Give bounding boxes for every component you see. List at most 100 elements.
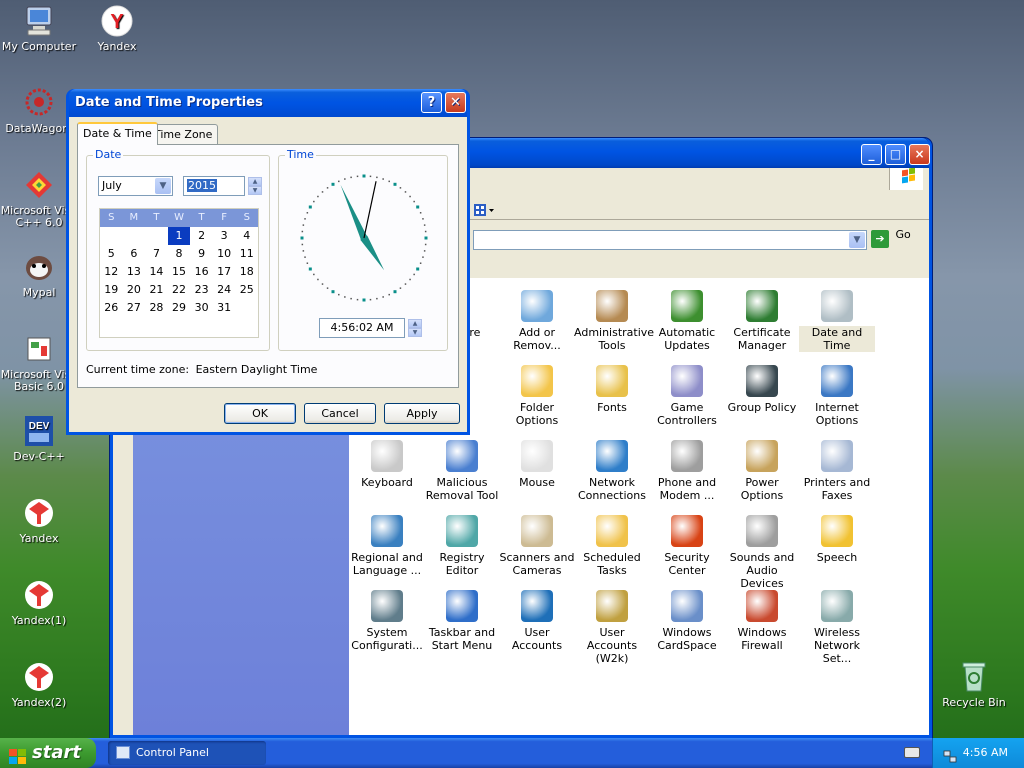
cp-item[interactable]: Taskbar and Start Menu [424,590,500,652]
cp-item[interactable]: Folder Options [499,365,575,427]
calendar-day[interactable]: 17 [213,263,236,281]
year-input[interactable]: 2015 [183,176,245,196]
cp-item[interactable]: Registry Editor [424,515,500,577]
date-time-dialog[interactable]: Date and Time Properties ? ✕ Date & Time… [66,89,470,435]
keyboard-icon[interactable] [904,747,920,758]
calendar-day[interactable]: 28 [145,299,168,317]
calendar-day[interactable]: 2 [190,227,213,245]
cp-item[interactable]: Mouse [499,440,575,489]
cp-item[interactable]: Add or Remov... [499,290,575,352]
cp-item[interactable]: Date and Time [799,290,875,352]
desktop-icon-yandex-2[interactable]: Yandex [0,496,78,545]
time-input[interactable]: 4:56:02 AM [319,318,405,338]
cp-item[interactable]: Fonts [574,365,650,414]
cp-item[interactable]: User Accounts [499,590,575,652]
cp-item[interactable]: Sounds and Audio Devices [724,515,800,590]
calendar-day[interactable]: 21 [145,281,168,299]
calendar-day[interactable]: 23 [190,281,213,299]
calendar-day[interactable]: 30 [190,299,213,317]
cp-item[interactable]: Scanners and Cameras [499,515,575,577]
calendar-day[interactable]: 20 [123,281,146,299]
cp-item[interactable]: Windows CardSpace [649,590,725,652]
minimize-button[interactable]: _ [861,144,882,165]
calendar-day[interactable]: 9 [190,245,213,263]
tab-time-zone[interactable]: Time Zone [148,124,219,144]
cp-item[interactable]: Keyboard [349,440,425,489]
year-spinner[interactable]: ▲ ▼ [248,177,262,195]
calendar-day[interactable]: 5 [100,245,123,263]
go-button[interactable]: ➔ Go [871,228,915,250]
desktop-icon-my-computer[interactable]: My Computer [0,4,78,53]
cancel-button[interactable]: Cancel [304,403,376,424]
spin-down-icon[interactable]: ▼ [408,328,422,337]
desktop-icon-yandex-4[interactable]: Yandex(2) [0,660,78,709]
spin-down-icon[interactable]: ▼ [248,186,262,195]
calendar-day[interactable]: 6 [123,245,146,263]
chevron-down-icon[interactable]: ▼ [155,178,171,194]
cp-item[interactable]: Automatic Updates [649,290,725,352]
cp-item[interactable]: Phone and Modem ... [649,440,725,502]
calendar-day[interactable]: 7 [145,245,168,263]
cp-item[interactable]: Internet Options [799,365,875,427]
calendar-day[interactable]: 16 [190,263,213,281]
close-button[interactable]: × [909,144,930,165]
desktop-icon-yandex-3[interactable]: Yandex(1) [0,578,78,627]
calendar-day[interactable]: 19 [100,281,123,299]
calendar-day[interactable]: 15 [168,263,191,281]
cp-item[interactable]: Power Options [724,440,800,502]
calendar-day[interactable]: 27 [123,299,146,317]
desktop-icon-yandex[interactable]: Y Yandex [78,4,156,53]
tray-clock[interactable]: 4:56 AM [963,746,1008,759]
dialog-titlebar[interactable]: Date and Time Properties ? ✕ [69,89,467,117]
views-icon[interactable] [473,202,495,218]
calendar-day[interactable]: 26 [100,299,123,317]
time-spinner[interactable]: ▲ ▼ [408,319,422,337]
address-input[interactable]: ▼ [473,230,867,250]
calendar-weekdays: S M T W T F S [100,209,258,227]
calendar-day[interactable]: 3 [213,227,236,245]
maximize-button[interactable]: □ [885,144,906,165]
chevron-down-icon[interactable]: ▼ [849,232,865,248]
cp-item[interactable]: Scheduled Tasks [574,515,650,577]
cp-item[interactable]: User Accounts (W2k) [574,590,650,665]
start-button[interactable]: start [0,738,96,768]
cp-item[interactable]: Network Connections [574,440,650,502]
spin-up-icon[interactable]: ▲ [408,319,422,328]
desktop-icon-recycle-bin[interactable]: Recycle Bin [935,660,1013,709]
calendar-day[interactable]: 14 [145,263,168,281]
cp-item[interactable]: System Configurati... [349,590,425,652]
calendar-day[interactable]: 8 [168,245,191,263]
calendar-day[interactable]: 22 [168,281,191,299]
tab-date-time[interactable]: Date & Time [77,122,158,145]
calendar-day[interactable]: 18 [235,263,258,281]
calendar-day[interactable]: 31 [213,299,236,317]
calendar-day[interactable]: 12 [100,263,123,281]
cp-item[interactable]: Game Controllers [649,365,725,427]
ok-button[interactable]: OK [224,403,296,424]
cp-item[interactable]: Speech [799,515,875,564]
calendar-day[interactable]: 11 [235,245,258,263]
network-icon[interactable] [943,746,957,763]
cp-item[interactable]: Regional and Language ... [349,515,425,577]
close-icon[interactable]: ✕ [445,92,466,113]
calendar-day[interactable]: 13 [123,263,146,281]
taskbar-item-control-panel[interactable]: Control Panel [108,741,266,765]
calendar-day[interactable]: 4 [235,227,258,245]
apply-button[interactable]: Apply [384,403,460,424]
calendar-day[interactable]: 24 [213,281,236,299]
spin-up-icon[interactable]: ▲ [248,177,262,186]
cp-item[interactable]: Security Center [649,515,725,577]
cp-item[interactable]: Printers and Faxes [799,440,875,502]
cp-item[interactable]: Group Policy [724,365,800,414]
calendar-day[interactable]: 10 [213,245,236,263]
calendar-day[interactable]: 1 [167,227,191,245]
calendar-day[interactable]: 25 [235,281,258,299]
month-select[interactable]: July ▼ [98,176,173,196]
cp-item[interactable]: Windows Firewall [724,590,800,652]
cp-item[interactable]: Wireless Network Set... [799,590,875,665]
calendar-day[interactable]: 29 [168,299,191,317]
cp-item[interactable]: Administrative Tools [574,290,654,352]
help-button[interactable]: ? [421,92,442,113]
cp-item[interactable]: Malicious Removal Tool [424,440,500,502]
cp-item[interactable]: Certificate Manager [724,290,800,352]
